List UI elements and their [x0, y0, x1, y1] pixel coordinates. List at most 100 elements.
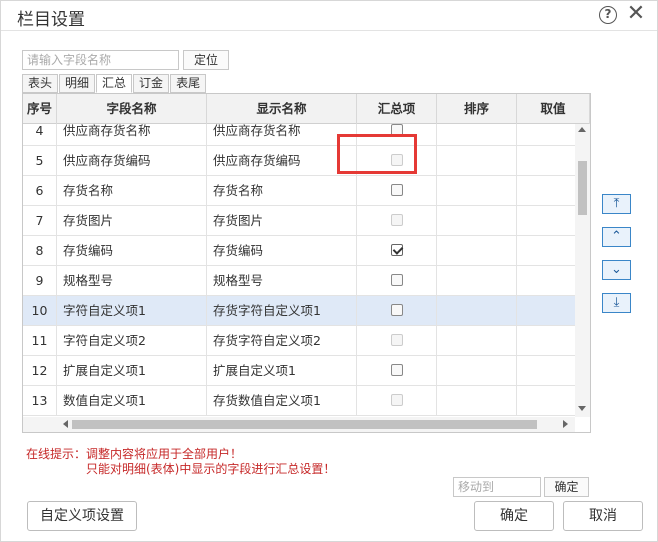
- scroll-right-arrow-icon[interactable]: [563, 420, 568, 428]
- display-name-cell: 存货数值自定义项1: [207, 386, 357, 416]
- field-name-cell: 存货编码: [57, 236, 207, 266]
- table-row[interactable]: 10 字符自定义项1 存货字符自定义项1: [23, 296, 575, 326]
- horizontal-scroll-thumb[interactable]: [72, 420, 537, 429]
- summary-checkbox[interactable]: [391, 124, 403, 136]
- value-cell: [517, 236, 575, 266]
- horizontal-scrollbar[interactable]: [23, 417, 575, 432]
- grid-header: 序号 字段名称 显示名称 汇总项 排序 取值: [23, 94, 590, 124]
- row-number: 12: [23, 356, 57, 386]
- summary-checkbox[interactable]: [391, 364, 403, 376]
- tab-strip: 表头 明细 汇总 订金 表尾: [22, 74, 207, 93]
- move-down-icon: ⌄: [611, 262, 622, 277]
- move-bottom-button[interactable]: ⤓: [602, 293, 631, 313]
- column-settings-dialog: 栏目设置 ? ✕ 定位 表头明细汇总订金表尾 序号字段名称显示名称汇总项排序取值…: [0, 0, 658, 542]
- row-number: 10: [23, 296, 57, 326]
- vertical-scrollbar[interactable]: [575, 124, 590, 417]
- table-row[interactable]: 9 规格型号 规格型号: [23, 266, 575, 296]
- online-tip-line2: 只能对明细(表体)中显示的字段进行汇总设置！: [86, 462, 336, 476]
- value-cell: [517, 176, 575, 206]
- table-row[interactable]: 6 存货名称 存货名称: [23, 176, 575, 206]
- row-number: 7: [23, 206, 57, 236]
- display-name-cell: 存货字符自定义项2: [207, 326, 357, 356]
- column-header-2[interactable]: 显示名称: [207, 94, 357, 124]
- field-search-input[interactable]: [22, 50, 179, 70]
- summary-cell: [357, 124, 437, 146]
- summary-checkbox: [391, 214, 403, 226]
- field-name-cell: 字符自定义项1: [57, 296, 207, 326]
- close-icon[interactable]: ✕: [625, 2, 647, 26]
- move-to-input[interactable]: [453, 477, 541, 497]
- display-name-cell: 存货字符自定义项1: [207, 296, 357, 326]
- display-name-cell: 规格型号: [207, 266, 357, 296]
- tab-2[interactable]: 汇总: [96, 74, 133, 93]
- sort-cell: [437, 206, 517, 236]
- sort-cell: [437, 386, 517, 416]
- display-name-cell: 存货名称: [207, 176, 357, 206]
- field-name-cell: 供应商存货名称: [57, 124, 207, 146]
- summary-cell: [357, 206, 437, 236]
- row-number: 11: [23, 326, 57, 356]
- field-name-cell: 存货名称: [57, 176, 207, 206]
- field-name-cell: 存货图片: [57, 206, 207, 236]
- display-name-cell: 扩展自定义项1: [207, 356, 357, 386]
- vertical-scroll-thumb[interactable]: [578, 161, 587, 215]
- value-cell: [517, 386, 575, 416]
- sort-cell: [437, 176, 517, 206]
- summary-cell: [357, 266, 437, 296]
- table-row[interactable]: 4 供应商存货名称 供应商存货名称: [23, 124, 575, 146]
- tab-4[interactable]: 表尾: [170, 74, 207, 93]
- move-top-button[interactable]: ⤒: [602, 194, 631, 214]
- summary-checkbox[interactable]: [391, 274, 403, 286]
- table-row[interactable]: 7 存货图片 存货图片: [23, 206, 575, 236]
- summary-checkbox[interactable]: [391, 244, 403, 256]
- sort-cell: [437, 356, 517, 386]
- move-up-icon: ⌃: [611, 229, 622, 244]
- display-name-cell: 存货图片: [207, 206, 357, 236]
- value-cell: [517, 124, 575, 146]
- row-number: 6: [23, 176, 57, 206]
- table-row[interactable]: 12 扩展自定义项1 扩展自定义项1: [23, 356, 575, 386]
- move-bottom-icon: ⤓: [613, 295, 620, 310]
- column-header-0[interactable]: 序号: [23, 94, 57, 124]
- scroll-down-arrow-icon[interactable]: [578, 406, 586, 411]
- tab-1[interactable]: 明细: [59, 74, 96, 93]
- sort-cell: [437, 236, 517, 266]
- field-name-cell: 规格型号: [57, 266, 207, 296]
- scroll-up-arrow-icon[interactable]: [578, 127, 586, 132]
- sort-cell: [437, 326, 517, 356]
- ok-button[interactable]: 确定: [474, 501, 554, 531]
- column-header-3[interactable]: 汇总项: [357, 94, 437, 124]
- row-number: 5: [23, 146, 57, 176]
- table-row[interactable]: 5 供应商存货编码 供应商存货编码: [23, 146, 575, 176]
- row-number: 8: [23, 236, 57, 266]
- value-cell: [517, 146, 575, 176]
- table-row[interactable]: 13 数值自定义项1 存货数值自定义项1: [23, 386, 575, 416]
- scroll-left-arrow-icon[interactable]: [63, 420, 68, 428]
- custom-item-settings-button[interactable]: 自定义项设置: [27, 501, 137, 531]
- summary-checkbox[interactable]: [391, 184, 403, 196]
- tab-0[interactable]: 表头: [22, 74, 59, 93]
- row-number: 4: [23, 124, 57, 146]
- dialog-title: 栏目设置: [17, 10, 85, 30]
- column-header-4[interactable]: 排序: [437, 94, 517, 124]
- table-row[interactable]: 8 存货编码 存货编码: [23, 236, 575, 266]
- field-grid: 序号 字段名称 显示名称 汇总项 排序 取值 4 供应商存货名称 供应商存货名称 5 供应商存货编…: [22, 93, 591, 433]
- cancel-button[interactable]: 取消: [563, 501, 643, 531]
- field-name-cell: 供应商存货编码: [57, 146, 207, 176]
- move-down-button[interactable]: ⌄: [602, 260, 631, 280]
- sort-cell: [437, 146, 517, 176]
- display-name-cell: 存货编码: [207, 236, 357, 266]
- locate-button[interactable]: 定位: [183, 50, 229, 70]
- tab-3[interactable]: 订金: [133, 74, 170, 93]
- table-row[interactable]: 11 字符自定义项2 存货字符自定义项2: [23, 326, 575, 356]
- summary-checkbox[interactable]: [391, 304, 403, 316]
- column-header-1[interactable]: 字段名称: [57, 94, 207, 124]
- column-header-5[interactable]: 取值: [517, 94, 590, 124]
- help-circle-icon[interactable]: ?: [599, 6, 617, 24]
- move-top-icon: ⤒: [613, 196, 620, 211]
- value-cell: [517, 266, 575, 296]
- summary-cell: [357, 236, 437, 266]
- move-up-button[interactable]: ⌃: [602, 227, 631, 247]
- value-cell: [517, 296, 575, 326]
- move-to-confirm-button[interactable]: 确定: [544, 477, 589, 497]
